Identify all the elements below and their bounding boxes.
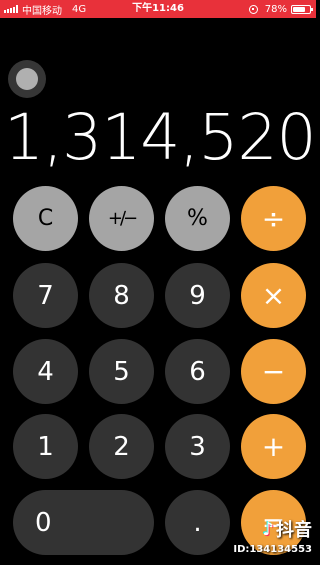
digit-2-button[interactable]: 2 [89, 414, 154, 479]
status-right: 78% [248, 0, 313, 18]
watermark-brand: ♪ 抖音 [233, 516, 313, 542]
calculator-display: 1,314,520 [4, 101, 317, 174]
digit-0-button[interactable]: 0 [13, 490, 154, 555]
percent-button[interactable]: % [165, 186, 230, 251]
digit-4-button[interactable]: 4 [13, 339, 78, 404]
watermark: ♪ 抖音 ID:134134553 [233, 516, 313, 556]
digit-1-button[interactable]: 1 [13, 414, 78, 479]
rotation-lock-icon [248, 4, 258, 14]
digit-8-button[interactable]: 8 [89, 263, 154, 328]
digit-6-button[interactable]: 6 [165, 339, 230, 404]
digit-3-button[interactable]: 3 [165, 414, 230, 479]
assistive-touch-button[interactable] [8, 60, 46, 98]
digit-7-button[interactable]: 7 [13, 263, 78, 328]
watermark-brand-text: 抖音 [276, 520, 312, 541]
watermark-id: ID:134134553 [233, 544, 312, 555]
plus-button[interactable]: + [241, 414, 306, 479]
plus-minus-label: +∕− [107, 208, 138, 229]
digit-5-button[interactable]: 5 [89, 339, 154, 404]
battery-level-fill [293, 6, 306, 12]
clear-button[interactable]: C [13, 186, 78, 251]
decimal-button[interactable]: . [165, 490, 230, 555]
battery-percentage: 78% [264, 3, 287, 15]
status-bar: 中国移动 4G 下午11:46 78% [0, 0, 316, 18]
minus-button[interactable]: − [241, 339, 306, 404]
plus-minus-button[interactable]: +∕− [89, 186, 154, 251]
tiktok-icon: ♪ [262, 518, 275, 540]
digit-9-button[interactable]: 9 [165, 263, 230, 328]
multiply-button[interactable]: × [241, 263, 306, 328]
divide-button[interactable]: ÷ [241, 186, 306, 251]
battery-icon [291, 4, 313, 14]
